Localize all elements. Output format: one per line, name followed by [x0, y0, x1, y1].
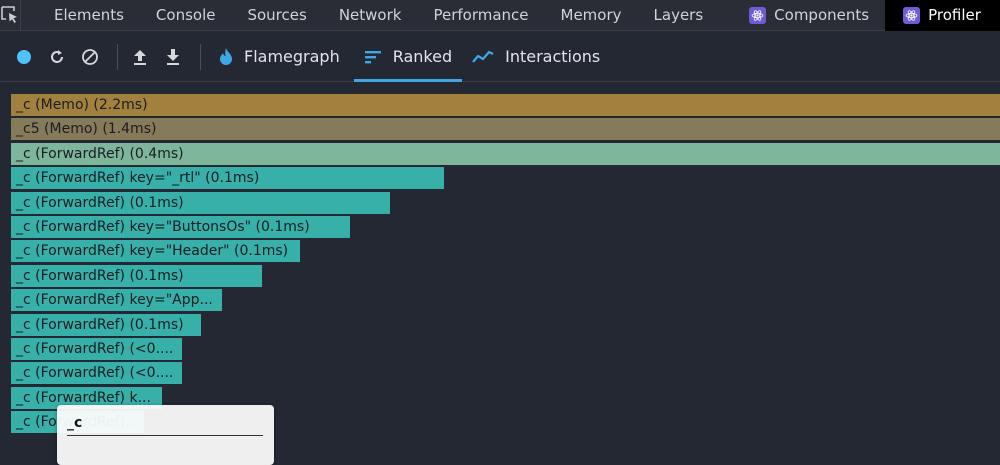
interactions-icon — [472, 49, 494, 65]
devtools-tab-bar: Elements Console Sources Network Perform… — [0, 0, 1000, 31]
ranked-bar[interactable]: _c (ForwardRef) (0.1ms) — [11, 313, 201, 336]
tab-sources[interactable]: Sources — [231, 0, 322, 31]
ranked-bar[interactable]: _c (ForwardRef) (0.1ms) — [11, 264, 262, 287]
tab-interactions[interactable]: Interactions — [462, 32, 610, 82]
ranked-bar[interactable]: _c (ForwardRef) (0.4ms) — [11, 142, 1000, 165]
ranked-bar[interactable]: _c (ForwardRef) key="App... — [11, 289, 222, 312]
toolbar-separator — [200, 43, 201, 70]
download-icon — [167, 48, 179, 65]
hover-tooltip: _c — [57, 405, 274, 465]
tab-memory[interactable]: Memory — [545, 0, 638, 31]
tab-flamegraph[interactable]: Flamegraph — [209, 32, 350, 82]
toolbar-separator — [117, 43, 118, 70]
clear-profiling-button[interactable] — [76, 43, 104, 71]
load-profile-button[interactable] — [126, 43, 154, 71]
ranked-bar[interactable]: _c (ForwardRef) (0.1ms) — [11, 191, 390, 214]
profiler-toolbar: Flamegraph Ranked Interactions — [0, 32, 1000, 82]
ranked-bar[interactable]: _c (ForwardRef) key="ButtonsOs" (0.1ms) — [11, 216, 350, 238]
ranked-chart: _c (Memo) (2.2ms) _c5 (Memo) (1.4ms) _c (F… — [0, 82, 1000, 456]
flame-icon — [219, 47, 233, 66]
ranked-bar[interactable]: _c (ForwardRef) key="Header" (0.1ms) — [11, 240, 300, 263]
reload-and-profile-button[interactable] — [43, 43, 71, 71]
tab-components[interactable]: Components — [719, 0, 885, 31]
record-icon — [17, 49, 31, 64]
ranked-icon — [364, 49, 382, 65]
ranked-bar[interactable]: _c5 (Memo) (1.4ms) — [11, 118, 1000, 141]
tab-console[interactable]: Console — [140, 0, 232, 31]
tooltip-title: _c — [67, 415, 263, 436]
react-icon — [903, 6, 921, 24]
record-button[interactable] — [10, 43, 38, 71]
save-profile-button[interactable] — [159, 43, 187, 71]
clear-icon — [82, 48, 98, 65]
reload-icon — [51, 49, 63, 63]
tab-layers[interactable]: Layers — [638, 0, 720, 31]
ranked-bar[interactable]: _c (ForwardRef) (<0.... — [11, 362, 182, 385]
ranked-bar[interactable]: _c (Memo) (2.2ms) — [11, 94, 1000, 116]
tab-network[interactable]: Network — [323, 0, 418, 31]
react-icon — [749, 6, 767, 24]
ranked-bar[interactable]: _c (ForwardRef) (<0.... — [11, 338, 182, 360]
tab-ranked[interactable]: Ranked — [353, 32, 463, 82]
tab-elements[interactable]: Elements — [21, 0, 140, 31]
ranked-bar[interactable]: _c (ForwardRef) key="_rtl" (0.1ms) — [11, 167, 444, 190]
tab-performance[interactable]: Performance — [417, 0, 544, 31]
inspect-cursor-icon — [1, 6, 17, 23]
inspect-element-button[interactable] — [0, 0, 21, 31]
tab-profiler[interactable]: Profiler — [885, 0, 1000, 31]
upload-icon — [134, 49, 146, 65]
